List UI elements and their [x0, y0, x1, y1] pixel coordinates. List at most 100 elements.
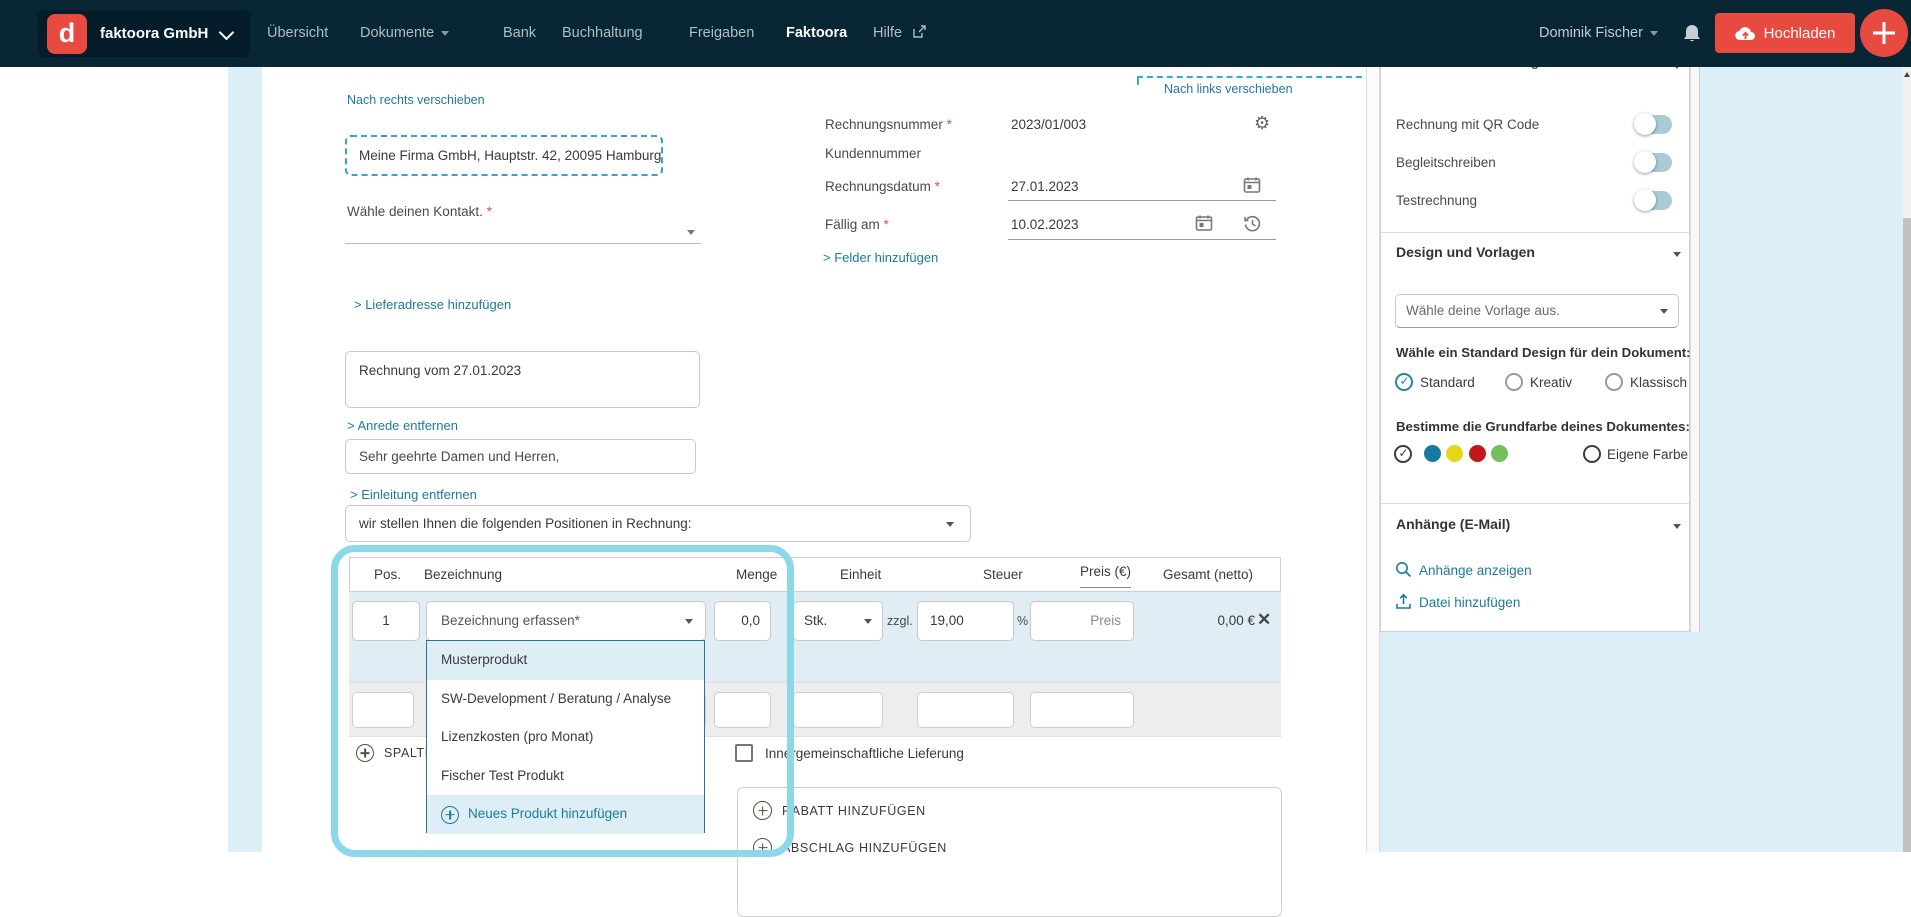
nav-uebersicht[interactable]: Übersicht	[267, 0, 328, 67]
left-blue-gutter	[228, 67, 262, 852]
nav-faktoora[interactable]: Faktoora	[786, 0, 847, 67]
empty-preis-input[interactable]	[1030, 692, 1134, 728]
radio-klassisch[interactable]	[1605, 373, 1623, 391]
chevron-down-icon	[1650, 31, 1658, 36]
chevron-down-icon[interactable]	[1673, 524, 1681, 529]
window-scrollbar-thumb[interactable]	[1903, 218, 1911, 852]
design-question: Wähle ein Standard Design für dein Dokum…	[1396, 345, 1691, 360]
preis-input[interactable]: Preis	[1030, 601, 1134, 641]
custom-color-label[interactable]: Eigene Farbe	[1607, 447, 1688, 462]
salutation-field[interactable]: Sehr geehrte Damen und Herren,	[345, 439, 696, 474]
add-new-button[interactable]	[1860, 9, 1908, 57]
empty-pos-input[interactable]	[352, 692, 414, 728]
circle-plus-icon	[356, 744, 374, 762]
due-date-value[interactable]: 10.02.2023	[1011, 217, 1079, 232]
bell-icon[interactable]	[1682, 23, 1702, 45]
toggle-label-testrechnung: Testrechnung	[1396, 193, 1477, 208]
color-dot-yellow[interactable]	[1446, 445, 1463, 462]
hochladen-button[interactable]: Hochladen	[1715, 13, 1855, 53]
dropdown-option-lizenzkosten[interactable]: Lizenzkosten (pro Monat)	[427, 718, 704, 757]
window-scrollbar-track[interactable]	[1903, 67, 1911, 218]
radio-standard[interactable]	[1395, 373, 1413, 391]
clock-history-icon[interactable]	[1243, 214, 1262, 233]
user-menu[interactable]: Dominik Fischer	[1539, 0, 1658, 67]
subject-field[interactable]: Rechnung vom 27.01.2023	[345, 351, 700, 408]
custom-color-radio[interactable]	[1583, 445, 1601, 463]
toggle-testrechnung[interactable]	[1636, 191, 1672, 210]
section-divider	[1381, 232, 1689, 233]
invoice-date-value[interactable]: 27.01.2023	[1011, 179, 1079, 194]
chevron-down-icon	[441, 31, 449, 36]
add-discount-button[interactable]: RABATT HINZUFÜGEN	[753, 801, 1296, 820]
empty-menge-input[interactable]	[714, 692, 771, 728]
empty-einheit-input[interactable]	[793, 692, 883, 728]
cloud-upload-icon	[1735, 26, 1756, 41]
scroll-up-arrow-icon[interactable]	[1904, 72, 1910, 77]
gear-icon[interactable]	[1254, 114, 1270, 132]
color-dot-teal[interactable]	[1424, 445, 1441, 462]
chevron-down-icon	[687, 230, 695, 235]
toggle-begleitschreiben[interactable]	[1636, 153, 1672, 172]
intro-select[interactable]: wir stellen Ihnen die folgenden Position…	[345, 505, 971, 542]
dropdown-option-musterprodukt[interactable]: Musterprodukt	[427, 641, 704, 680]
color-dot-red[interactable]	[1469, 445, 1486, 462]
radio-label-klassisch[interactable]: Klassisch	[1630, 375, 1687, 390]
add-deduction-button[interactable]: ABSCHLAG HINZUFÜGEN	[753, 838, 1296, 857]
dropdown-option-fischer-test[interactable]: Fischer Test Produkt	[427, 757, 704, 796]
calendar-icon[interactable]	[1243, 176, 1261, 194]
move-left-link[interactable]: Nach links verschieben	[1164, 82, 1293, 96]
nav-hilfe[interactable]: Hilfe	[873, 0, 926, 67]
add-column-button[interactable]: SPALTE	[356, 744, 434, 762]
calendar-icon[interactable]	[1195, 214, 1213, 232]
design-templates-title[interactable]: Design und Vorlagen	[1396, 244, 1535, 260]
add-file-link[interactable]: Datei hinzufügen	[1419, 595, 1520, 610]
empty-steuer-input[interactable]	[917, 692, 1014, 728]
move-right-link[interactable]: Nach rechts verschieben	[347, 93, 485, 107]
chevron-down-icon[interactable]	[1673, 252, 1681, 257]
nav-freigaben[interactable]: Freigaben	[689, 0, 754, 67]
invoice-date-underline	[1008, 200, 1276, 201]
color-selected-check[interactable]	[1394, 445, 1412, 463]
radio-label-standard[interactable]: Standard	[1420, 375, 1475, 390]
section-divider	[1381, 503, 1689, 504]
nav-buchhaltung[interactable]: Buchhaltung	[562, 0, 643, 67]
nav-dokumente[interactable]: Dokumente	[360, 0, 449, 67]
remove-salutation-link[interactable]: > Anrede entfernen	[347, 418, 458, 433]
radio-label-kreativ[interactable]: Kreativ	[1530, 375, 1572, 390]
dropdown-add-product[interactable]: Neues Produkt hinzufügen	[427, 795, 704, 834]
circle-plus-icon	[753, 801, 772, 820]
bezeichnung-select[interactable]: Bezeichnung erfassen*	[426, 601, 706, 641]
dropdown-option-sw-development[interactable]: SW-Development / Beratung / Analyse	[427, 680, 704, 719]
toggle-qr-code[interactable]	[1636, 115, 1672, 134]
remove-intro-link[interactable]: > Einleitung entfernen	[350, 487, 477, 502]
invoice-number-value[interactable]: 2023/01/003	[1011, 117, 1086, 132]
company-switcher[interactable]: d faktoora GmbH	[38, 10, 250, 57]
add-fields-link[interactable]: > Felder hinzufügen	[823, 250, 938, 265]
pos-input[interactable]: 1	[352, 601, 420, 641]
einheit-select[interactable]: Stk.	[793, 601, 883, 641]
add-delivery-address-link[interactable]: > Lieferadresse hinzufügen	[354, 297, 511, 312]
sender-address-field[interactable]: Meine Firma GmbH, Hauptstr. 42, 20095 Ha…	[345, 135, 663, 176]
contact-select[interactable]	[345, 222, 701, 244]
intra-community-label: Innergemeinschaftliche Lieferung	[765, 746, 964, 761]
radio-kreativ[interactable]	[1505, 373, 1523, 391]
settings-panel-scrollbar[interactable]	[1690, 67, 1700, 632]
tax-prefix-label: zzgl.	[887, 601, 913, 641]
nav-bank[interactable]: Bank	[503, 0, 536, 67]
show-attachments-link[interactable]: Anhänge anzeigen	[1419, 563, 1532, 578]
header-preis[interactable]: Preis (€)	[1080, 557, 1131, 588]
upload-icon	[1395, 593, 1412, 610]
row-total: 0,00 €	[1180, 601, 1255, 641]
header-steuer: Steuer	[983, 557, 1023, 592]
company-name: faktoora GmbH	[100, 25, 208, 42]
color-dot-green[interactable]	[1491, 445, 1508, 462]
hochladen-label: Hochladen	[1764, 25, 1836, 42]
content-scrollbar[interactable]	[1366, 67, 1380, 852]
steuer-input[interactable]: 19,00	[917, 601, 1014, 641]
intra-community-checkbox[interactable]	[735, 744, 753, 762]
delete-row-icon[interactable]	[1257, 610, 1271, 630]
template-select[interactable]: Wähle deine Vorlage aus.	[1395, 294, 1679, 328]
attachments-title[interactable]: Anhänge (E-Mail)	[1396, 516, 1510, 532]
menge-input[interactable]: 0,0	[714, 601, 771, 641]
chevron-down-icon	[219, 25, 235, 41]
